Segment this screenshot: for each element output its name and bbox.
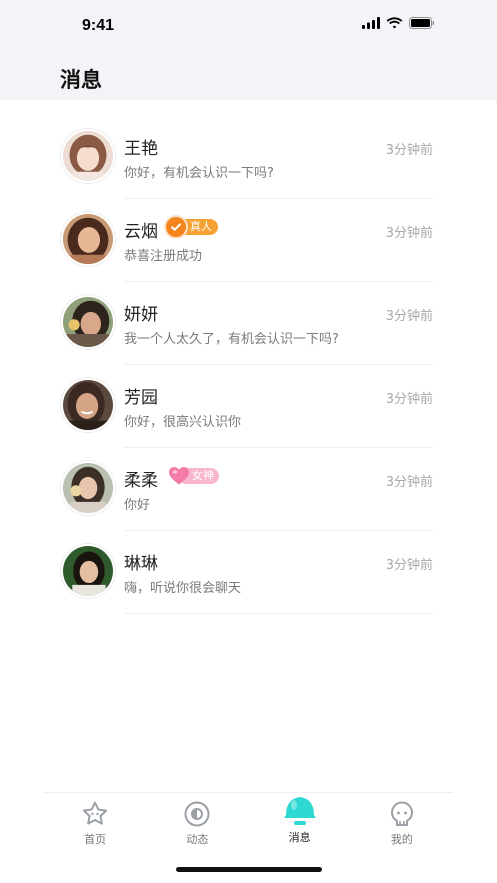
tab-label: 我的 (390, 833, 413, 846)
battery-icon (409, 17, 435, 29)
home-indicator (176, 867, 322, 872)
avatar[interactable] (61, 129, 115, 183)
message-time: 3分钟前 (385, 143, 433, 158)
tab-me[interactable]: 我的 (351, 793, 453, 852)
tab-home[interactable]: 首页 (44, 793, 146, 852)
avatar[interactable] (61, 295, 115, 349)
message-list: 王艳 你好，有机会认识一下吗? 3分钟前 云烟 真人 恭喜注册成功 3分钟前 妍… (0, 116, 497, 614)
avatar[interactable] (61, 212, 115, 266)
signal-icon (362, 17, 380, 29)
tab-label: 动态 (186, 833, 209, 846)
avatar[interactable] (61, 378, 115, 432)
tab-label: 首页 (84, 833, 107, 846)
tab-messages[interactable]: 消息 (249, 793, 351, 852)
message-preview: 恭喜注册成功 (124, 249, 203, 264)
verified-badge: 真人 (166, 217, 218, 237)
avatar[interactable] (61, 461, 115, 515)
message-item[interactable]: 云烟 真人 恭喜注册成功 3分钟前 (0, 199, 497, 282)
message-item[interactable]: 琳琳 嗨，听说你很会聊天 3分钟前 (0, 531, 497, 614)
contact-name: 琳琳 (124, 554, 158, 574)
message-item[interactable]: 柔柔 女神 你好 3分钟前 (0, 448, 497, 531)
message-time: 3分钟前 (385, 309, 433, 324)
message-item[interactable]: 王艳 你好，有机会认识一下吗? 3分钟前 (0, 116, 497, 199)
tab-feed[interactable]: 动态 (146, 793, 248, 852)
avatar[interactable] (61, 544, 115, 598)
message-time: 3分钟前 (385, 392, 433, 407)
tab-bar: 首页 动态 消息 我的 (44, 792, 453, 852)
message-preview: 嗨，听说你很会聊天 (124, 581, 242, 596)
contact-name: 芳园 (124, 388, 158, 408)
message-preview: 你好，很高兴认识你 (124, 415, 242, 430)
contact-name: 云烟 (124, 222, 158, 242)
bell-icon (280, 791, 320, 827)
messages-screen: 9:41 消息 王艳 你好，有机会认识一下吗? 3分钟前 云烟 真人 恭喜注册成… (0, 0, 497, 883)
message-time: 3分钟前 (385, 226, 433, 241)
message-preview: 我一个人太久了，有机会认识一下吗? (124, 332, 339, 347)
message-preview: 你好，有机会认识一下吗? (124, 166, 274, 181)
status-icons (362, 17, 435, 29)
message-item[interactable]: 芳园 你好，很高兴认识你 3分钟前 (0, 365, 497, 448)
message-item[interactable]: 妍妍 我一个人太久了，有机会认识一下吗? 3分钟前 (0, 282, 497, 365)
goddess-badge: 女神 (168, 467, 219, 485)
header: 9:41 消息 (0, 0, 497, 100)
status-time: 9:41 (82, 17, 115, 34)
message-time: 3分钟前 (385, 558, 433, 573)
wifi-icon (386, 17, 403, 29)
page-title: 消息 (60, 68, 102, 92)
tab-label: 消息 (288, 831, 311, 844)
heart-icon (169, 467, 189, 485)
contact-name: 王艳 (124, 139, 158, 159)
verified-check-icon (166, 217, 186, 237)
contact-name: 柔柔 (124, 471, 158, 491)
message-preview: 你好 (124, 498, 151, 513)
ghost-icon (387, 799, 417, 829)
message-time: 3分钟前 (385, 475, 433, 490)
contact-name: 妍妍 (124, 305, 158, 325)
star-icon (80, 799, 110, 829)
divider (124, 613, 433, 614)
eye-icon (182, 799, 212, 829)
